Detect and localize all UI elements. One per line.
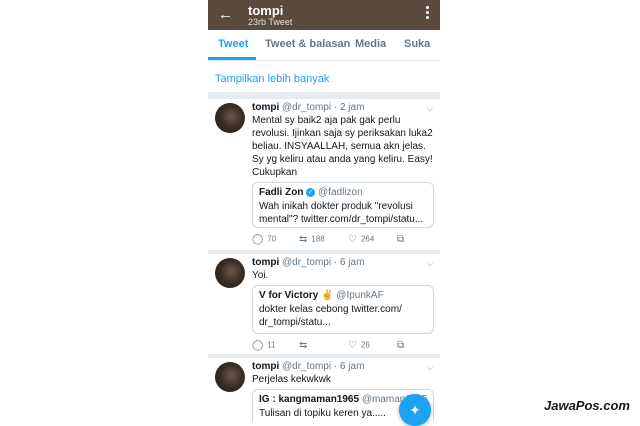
show-more-link[interactable]: Tampilkan lebih banyak [215,73,329,85]
heart-icon: ♡ [348,234,357,245]
profile-header-bar: ← tompi 23rb Tweet [208,0,440,30]
divider [208,92,440,99]
avatar[interactable] [215,258,245,288]
tab-media[interactable]: Media [355,38,386,50]
retweet-icon: ⇆ [299,234,308,245]
like-button[interactable]: ♡ 26 [348,340,370,351]
like-button[interactable]: ♡ 264 [348,234,374,245]
compose-icon: ✦ [409,402,421,418]
reply-button[interactable]: ◯ 11 [252,340,276,351]
tweet-text: Mental sy baik2 aja pak gak perlu revolu… [252,115,433,178]
profile-name: tompi [248,3,284,18]
retweet-button[interactable]: ⇆ [299,340,311,351]
tweet-time: · 6 jam [333,361,365,372]
twitter-profile-screen: ← tompi 23rb Tweet Tweet Tweet & balasan… [208,0,440,421]
active-tab-indicator [208,57,256,60]
tweet-header: tompi @dr_tompi · 2 jam [252,102,364,113]
tweet-item[interactable]: tompi @dr_tompi · 6 jam ⌵ Yoi. V for Vic… [208,254,440,354]
tweet-time: · 2 jam [333,102,365,113]
chevron-down-icon[interactable]: ⌵ [427,104,433,114]
share-icon: ⧉ [397,340,405,351]
tweet-item[interactable]: tompi @dr_tompi · 2 jam ⌵ Mental sy baik… [208,99,440,254]
author-name[interactable]: tompi [252,102,279,113]
tweet-header: tompi @dr_tompi · 6 jam [252,361,364,372]
tab-tweet-balasan[interactable]: Tweet & balasan [265,38,350,50]
tweet-header: tompi @dr_tompi · 6 jam [252,257,364,268]
chevron-down-icon[interactable]: ⌵ [427,363,433,373]
back-arrow-icon[interactable]: ← [218,7,233,22]
watermark: JawaPos.com [544,398,630,413]
heart-icon: ♡ [348,340,357,351]
quoted-author: Fadli Zon ✓ @fadlizon [259,187,363,198]
tweet-count: 23rb Tweet [248,17,293,27]
chevron-down-icon[interactable]: ⌵ [427,259,433,269]
quoted-text: dokter kelas cebong twitter.com/ dr_tomp… [259,304,402,328]
reply-button[interactable]: ◯ 70 [252,234,276,245]
reply-icon: ◯ [252,234,264,245]
author-name[interactable]: tompi [252,257,279,268]
author-name[interactable]: tompi [252,361,279,372]
tweet-text: Yoi. [252,270,269,281]
author-handle: @dr_tompi [282,257,332,268]
avatar[interactable] [215,362,245,392]
tab-tweet[interactable]: Tweet [218,38,248,50]
avatar[interactable] [215,103,245,133]
tab-suka[interactable]: Suka [404,38,430,50]
share-icon: ⧉ [397,234,405,245]
share-button[interactable]: ⧉ [397,340,408,351]
retweet-button[interactable]: ⇆ 188 [299,234,325,245]
author-handle: @dr_tompi [282,102,332,113]
retweet-icon: ⇆ [299,340,308,351]
profile-tabs: Tweet Tweet & balasan Media Suka [208,30,440,61]
quoted-text: Wah inikah dokter produk "revolusi menta… [259,201,424,225]
quoted-author: V for Victory ✌ @IpunkAF [259,290,384,301]
kebab-menu-icon[interactable] [426,6,430,22]
verified-badge-icon: ✓ [306,187,316,197]
quoted-tweet[interactable]: Fadli Zon ✓ @fadlizon Wah inikah dokter … [252,182,434,228]
author-handle: @dr_tompi [282,361,332,372]
share-button[interactable]: ⧉ [397,234,408,245]
tweet-text: Perjelas kekwkwk [252,374,331,385]
compose-tweet-button[interactable]: ✦ [399,394,431,426]
tweet-time: · 6 jam [333,257,365,268]
quoted-tweet[interactable]: V for Victory ✌ @IpunkAF dokter kelas ce… [252,285,434,334]
reply-icon: ◯ [252,340,264,351]
